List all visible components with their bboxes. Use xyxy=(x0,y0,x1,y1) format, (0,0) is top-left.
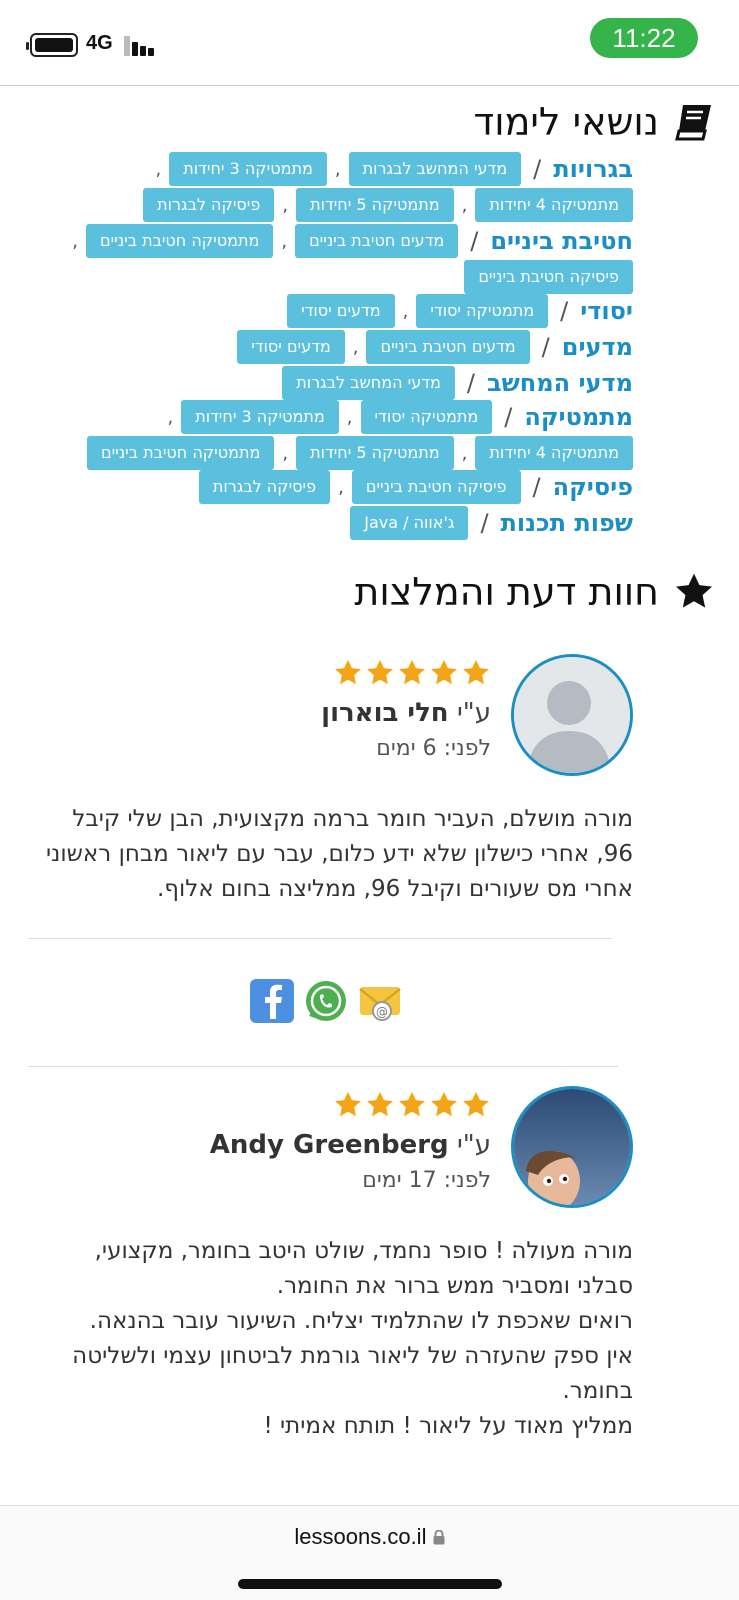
review-text: מורה מושלם, העביר חומר ברמה מקצועית, הבן… xyxy=(33,802,633,907)
share-buttons: @ xyxy=(250,979,402,1023)
star-icon xyxy=(335,1091,361,1117)
topic-tag[interactable]: מדעים חטיבת ביניים xyxy=(295,224,459,258)
topic-tag[interactable]: מדעי המחשב לבגרות xyxy=(348,152,522,186)
topic-category-link[interactable]: מדעים xyxy=(562,333,633,361)
review-paragraph: מורה מושלם, העביר חומר ברמה מקצועית, הבן… xyxy=(45,806,633,902)
topic-tag[interactable]: מתמטיקה 5 יחידות xyxy=(296,436,454,470)
topic-tag[interactable]: פיסיקה לבגרות xyxy=(198,470,331,504)
star-icon xyxy=(399,1091,425,1117)
topic-row: מדעי המחשב / מדעי המחשב לבגרות xyxy=(274,366,633,400)
topic-row: חטיבת ביניים / מדעים חטיבת ביניים, מתמטי… xyxy=(64,224,633,258)
star-icon xyxy=(431,1091,457,1117)
review-paragraph: אין ספק שהעזרה של ליאור גורמת לביטחון עצ… xyxy=(72,1343,633,1404)
topic-row: מתמטיקה / מתמטיקה יסודי, מתמטיקה 3 יחידו… xyxy=(159,400,633,434)
email-icon[interactable]: @ xyxy=(358,979,402,1023)
browser-bar: lessoons.co.il xyxy=(0,1505,739,1600)
topic-tag[interactable]: מתמטיקה 4 יחידות xyxy=(475,436,633,470)
topic-category-link[interactable]: חטיבת ביניים xyxy=(490,227,633,255)
battery-icon xyxy=(26,33,78,57)
rating-stars xyxy=(333,1090,491,1120)
divider xyxy=(28,938,612,939)
star-icon xyxy=(367,659,393,685)
topic-row: פיסיקה חטיבת ביניים xyxy=(456,260,633,294)
topic-tag[interactable]: פיסיקה לבגרות xyxy=(143,188,275,222)
reviewer: ע"י Andy Greenberg xyxy=(210,1130,491,1160)
star-icon xyxy=(431,659,457,685)
reviewer-prefix: ע"י xyxy=(456,698,491,728)
review-paragraph: רואים שאכפת לו שהתלמיד יצליח. השיעור עוב… xyxy=(89,1308,633,1334)
topic-row: שפות תכנות / ג'אווה / Java xyxy=(342,506,633,540)
divider xyxy=(28,1066,618,1067)
review-date: לפני: 17 ימים xyxy=(362,1168,491,1193)
review-text: מורה מעולה ! סופר נחמד, שולט היטב בחומר,… xyxy=(33,1234,633,1444)
url-text: lessoons.co.il xyxy=(294,1524,427,1549)
topic-row: מדעים / מדעים חטיבת ביניים, מדעים יסודי xyxy=(229,330,633,364)
topic-category-link[interactable]: יסודי xyxy=(580,297,633,325)
network-type: 4G xyxy=(86,32,113,54)
book-icon xyxy=(673,101,715,143)
topic-tag[interactable]: מתמטיקה יסודי xyxy=(416,294,549,328)
topic-tag[interactable]: מדעים יסודי xyxy=(287,294,395,328)
reviewer-name: חלי בוארון xyxy=(321,698,449,728)
star-icon xyxy=(367,1091,393,1117)
status-bar: 4G 11:22 xyxy=(0,0,739,86)
avatar xyxy=(511,654,633,776)
signal-icon xyxy=(124,34,160,56)
rating-stars xyxy=(333,658,491,688)
topic-row: מתמטיקה 4 יחידות, מתמטיקה 5 יחידות, פיסי… xyxy=(135,188,633,222)
topic-category-link[interactable]: שפות תכנות xyxy=(501,509,633,537)
avatar xyxy=(511,1086,633,1208)
topic-category-link[interactable]: מתמטיקה xyxy=(524,403,633,431)
reviewer-prefix: ע"י xyxy=(456,1130,491,1160)
reviews-heading: חוות דעת והמלצות xyxy=(354,570,715,614)
star-icon xyxy=(335,659,361,685)
topic-tag[interactable]: מדעי המחשב לבגרות xyxy=(282,366,455,400)
topic-tag[interactable]: מתמטיקה 3 יחידות xyxy=(181,400,339,434)
topic-tag[interactable]: מתמטיקה 5 יחידות xyxy=(296,188,454,222)
star-icon xyxy=(399,659,425,685)
star-icon xyxy=(463,1091,489,1117)
topic-row: פיסיקה / פיסיקה חטיבת ביניים, פיסיקה לבג… xyxy=(191,470,633,504)
topic-tag[interactable]: מתמטיקה חטיבת ביניים xyxy=(86,436,275,470)
topic-category-link[interactable]: פיסיקה xyxy=(553,473,633,501)
review-paragraph: מורה מעולה ! סופר נחמד, שולט היטב בחומר,… xyxy=(94,1238,633,1299)
facebook-icon[interactable] xyxy=(250,979,294,1023)
topics-title: נושאי לימוד xyxy=(473,100,659,144)
topic-tag[interactable]: מתמטיקה חטיבת ביניים xyxy=(85,224,274,258)
review-date: לפני: 6 ימים xyxy=(376,736,491,761)
topic-tag[interactable]: מתמטיקה 3 יחידות xyxy=(169,152,327,186)
home-indicator[interactable] xyxy=(238,1579,502,1589)
topic-tag[interactable]: מדעים חטיבת ביניים xyxy=(366,330,530,364)
reviews-title: חוות דעת והמלצות xyxy=(354,570,659,614)
lock-icon xyxy=(433,1524,445,1549)
address-bar[interactable]: lessoons.co.il xyxy=(0,1524,739,1550)
topic-category-link[interactable]: מדעי המחשב xyxy=(487,369,633,397)
star-icon xyxy=(673,571,715,613)
topic-row: מתמטיקה 4 יחידות, מתמטיקה 5 יחידות, מתמט… xyxy=(79,436,633,470)
topics-heading: נושאי לימוד xyxy=(474,100,715,144)
time-pill[interactable]: 11:22 xyxy=(590,18,698,58)
topic-tag[interactable]: מתמטיקה יסודי xyxy=(360,400,493,434)
topic-tag[interactable]: פיסיקה חטיבת ביניים xyxy=(464,260,633,294)
whatsapp-icon[interactable] xyxy=(304,979,348,1023)
reviewer-name: Andy Greenberg xyxy=(209,1130,449,1160)
topic-row: יסודי / מתמטיקה יסודי, מדעים יסודי xyxy=(279,294,633,328)
reviewer: ע"י חלי בוארון xyxy=(321,698,491,728)
star-icon xyxy=(463,659,489,685)
topic-tag[interactable]: מדעים יסודי xyxy=(237,330,345,364)
svg-text:@: @ xyxy=(376,1005,388,1019)
topic-row: בגרויות / מדעי המחשב לבגרות, מתמטיקה 3 י… xyxy=(148,152,633,186)
topic-tag[interactable]: פיסיקה חטיבת ביניים xyxy=(351,470,521,504)
topic-tag[interactable]: מתמטיקה 4 יחידות xyxy=(475,188,633,222)
topic-category-link[interactable]: בגרויות xyxy=(553,155,633,183)
topic-tag[interactable]: ג'אווה / Java xyxy=(350,506,469,540)
review-paragraph: ממליץ מאוד על ליאור ! תותח אמיתי ! xyxy=(263,1413,633,1439)
